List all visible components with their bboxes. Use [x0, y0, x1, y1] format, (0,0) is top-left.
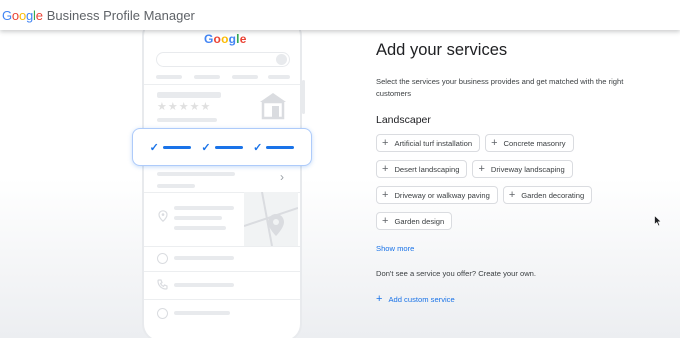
page-title: Add your services — [376, 41, 508, 59]
google-wordmark: Google — [2, 7, 43, 23]
chip-label: Concrete masonry — [503, 138, 566, 148]
check-icon: ✓ — [149, 141, 159, 154]
placeholder-bar — [157, 92, 221, 98]
placeholder-bar — [174, 216, 222, 220]
storefront-icon — [260, 93, 286, 120]
placeholder-bar — [268, 75, 290, 79]
illustration-search-bar — [156, 52, 290, 67]
service-line — [214, 145, 243, 149]
placeholder-bar — [194, 75, 220, 79]
show-more-link[interactable]: Show more — [376, 244, 666, 253]
chip-label: Driveway landscaping — [490, 164, 565, 174]
product-name: Business Profile Manager — [46, 7, 195, 23]
placeholder-bar — [174, 311, 230, 315]
service-chip-artificial-turf[interactable]: + Artificial turf installation — [376, 134, 481, 152]
check-icon: ✓ — [201, 141, 211, 154]
phone-illustration: Google ★★★★★ › — [142, 18, 305, 338]
page-description: Select the services your business provid… — [376, 77, 624, 98]
chip-row: + Driveway or walkway paving + Garden deco… — [376, 186, 666, 204]
service-line — [266, 145, 295, 149]
chip-row: + Desert landscaping + Driveway landscapin… — [376, 160, 666, 178]
placeholder-bar — [232, 75, 258, 79]
search-icon — [276, 54, 287, 65]
plus-icon: + — [382, 136, 389, 149]
selected-services-card: ✓ ✓ ✓ — [132, 128, 312, 166]
placeholder-bar — [174, 226, 226, 230]
service-chip-driveway-landscaping[interactable]: + Driveway landscaping — [472, 160, 573, 178]
add-custom-service-label: Add custom service — [388, 295, 455, 304]
phone-icon — [157, 279, 168, 290]
add-custom-service-button[interactable]: + Add custom service — [376, 294, 666, 305]
placeholder-bar — [174, 206, 234, 210]
plus-icon: + — [491, 136, 498, 149]
chip-label: Driveway or walkway paving — [394, 190, 490, 200]
brand-logo[interactable]: Google Business Profile Manager — [2, 8, 195, 23]
service-chip-concrete-masonry[interactable]: + Concrete masonry — [485, 134, 574, 152]
clock-icon — [157, 253, 168, 264]
mouse-pointer-icon — [654, 215, 662, 227]
chip-label: Garden decorating — [521, 190, 585, 200]
plus-icon: + — [478, 162, 485, 175]
selected-service: ✓ — [201, 141, 243, 154]
rating-stars: ★★★★★ — [157, 101, 212, 113]
placeholder-bar — [174, 256, 234, 260]
divider — [144, 246, 300, 247]
map-pin-icon — [243, 191, 299, 247]
chip-row: + Garden design — [376, 212, 666, 230]
service-chip-garden-design[interactable]: + Garden design — [376, 212, 453, 230]
chevron-right-icon: › — [280, 170, 284, 184]
illustration-google-logo: Google — [204, 32, 247, 46]
placeholder-bar — [157, 118, 217, 122]
selected-service: ✓ — [150, 141, 191, 154]
divider — [144, 84, 300, 85]
custom-service-prompt: Don't see a service you offer? Create yo… — [376, 269, 537, 278]
service-line — [162, 145, 191, 149]
divider — [144, 271, 300, 272]
plus-icon: + — [376, 293, 383, 305]
service-chips: + Artificial turf installation + Concrete … — [376, 134, 666, 230]
phone-side-button — [302, 80, 305, 114]
service-chip-driveway-paving[interactable]: + Driveway or walkway paving — [376, 186, 498, 204]
service-chip-desert-landscaping[interactable]: + Desert landscaping — [376, 160, 468, 178]
plus-icon: + — [382, 214, 389, 227]
placeholder-bar — [174, 283, 234, 287]
globe-icon — [157, 308, 168, 319]
plus-icon: + — [382, 188, 389, 201]
category-label: Landscaper — [376, 114, 431, 126]
placeholder-bar — [157, 184, 195, 188]
map-thumbnail — [243, 191, 299, 247]
check-icon: ✓ — [253, 141, 263, 154]
chip-row: + Artificial turf installation + Concrete … — [376, 134, 666, 152]
placeholder-bar — [157, 172, 235, 176]
chip-label: Garden design — [394, 216, 445, 226]
app-header: Google Business Profile Manager — [0, 0, 680, 30]
placeholder-bar — [156, 75, 182, 79]
selected-service: ✓ — [253, 141, 295, 154]
divider — [144, 299, 300, 300]
chip-label: Artificial turf installation — [394, 138, 473, 148]
location-pin-icon — [158, 210, 168, 222]
services-panel: Add your services Select the services yo… — [376, 38, 666, 305]
chip-label: Desert landscaping — [394, 164, 460, 174]
plus-icon: + — [382, 162, 389, 175]
plus-icon: + — [508, 188, 516, 201]
service-chip-garden-decorating[interactable]: + Garden decorating — [502, 186, 593, 204]
